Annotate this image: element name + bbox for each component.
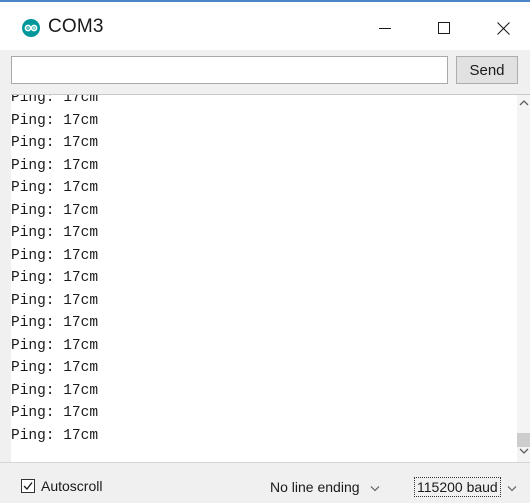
output-line: Ping: 17cm (11, 202, 99, 219)
minimize-icon (379, 28, 391, 29)
output-line: Ping: 17cm (11, 337, 99, 354)
close-button[interactable] (480, 10, 526, 46)
maximize-icon (438, 22, 450, 34)
line-ending-value: No line ending (270, 479, 360, 495)
scroll-down-arrow[interactable] (517, 447, 530, 461)
output-line: Ping: 17cm (11, 94, 99, 106)
output-line: Ping: 17cm (11, 135, 99, 151)
output-line: Ping: 17cm (11, 292, 99, 309)
output-line: Ping: 17cm (11, 427, 99, 444)
autoscroll-toggle[interactable]: Autoscroll (21, 476, 102, 496)
line-ending-select[interactable]: No line ending (270, 476, 400, 498)
autoscroll-checkbox[interactable] (21, 479, 35, 493)
baud-rate-value: 115200 baud (414, 477, 501, 497)
output-line: Ping: 17cm (11, 315, 99, 331)
vertical-scrollbar[interactable] (517, 95, 530, 463)
chevron-down-icon (507, 479, 517, 495)
scroll-up-arrow[interactable] (517, 99, 530, 113)
chevron-down-icon (519, 448, 528, 454)
output-line: Ping: 17cm (11, 270, 99, 286)
close-icon (496, 21, 510, 35)
chevron-down-icon (370, 479, 380, 495)
window-title: COM3 (48, 16, 104, 37)
send-button[interactable]: Send (456, 56, 518, 84)
output-line: Ping: 17cm (11, 180, 99, 196)
autoscroll-label: Autoscroll (41, 478, 103, 494)
output-line: Ping: 17cm (11, 405, 99, 421)
output-line: Ping: 17cm (11, 112, 99, 129)
output-line: Ping: 17cm (11, 382, 99, 399)
serial-output-text: Ping: 17cm Ping: 17cm Ping: 17cm Ping: 17cm… (11, 94, 506, 447)
title-bar: COM3 (0, 2, 530, 50)
minimize-button[interactable] (362, 10, 408, 46)
output-line: Ping: 17cm (11, 360, 99, 376)
send-bar: Send (0, 50, 530, 94)
output-line: Ping: 17cm (11, 157, 99, 174)
baud-rate-select[interactable]: 115200 baud (414, 476, 530, 498)
chevron-up-icon (519, 100, 528, 106)
checkmark-icon (23, 482, 33, 490)
output-line: Ping: 17cm (11, 247, 99, 264)
scroll-thumb[interactable] (517, 433, 530, 447)
maximize-button[interactable] (421, 10, 467, 46)
arduino-app-icon (22, 19, 40, 37)
serial-send-input[interactable] (11, 56, 448, 84)
status-bar: Autoscroll No line ending 115200 baud (0, 462, 530, 503)
serial-output-pane[interactable]: Ping: 17cm Ping: 17cm Ping: 17cm Ping: 17cm… (11, 94, 530, 463)
output-line: Ping: 17cm (11, 225, 99, 241)
